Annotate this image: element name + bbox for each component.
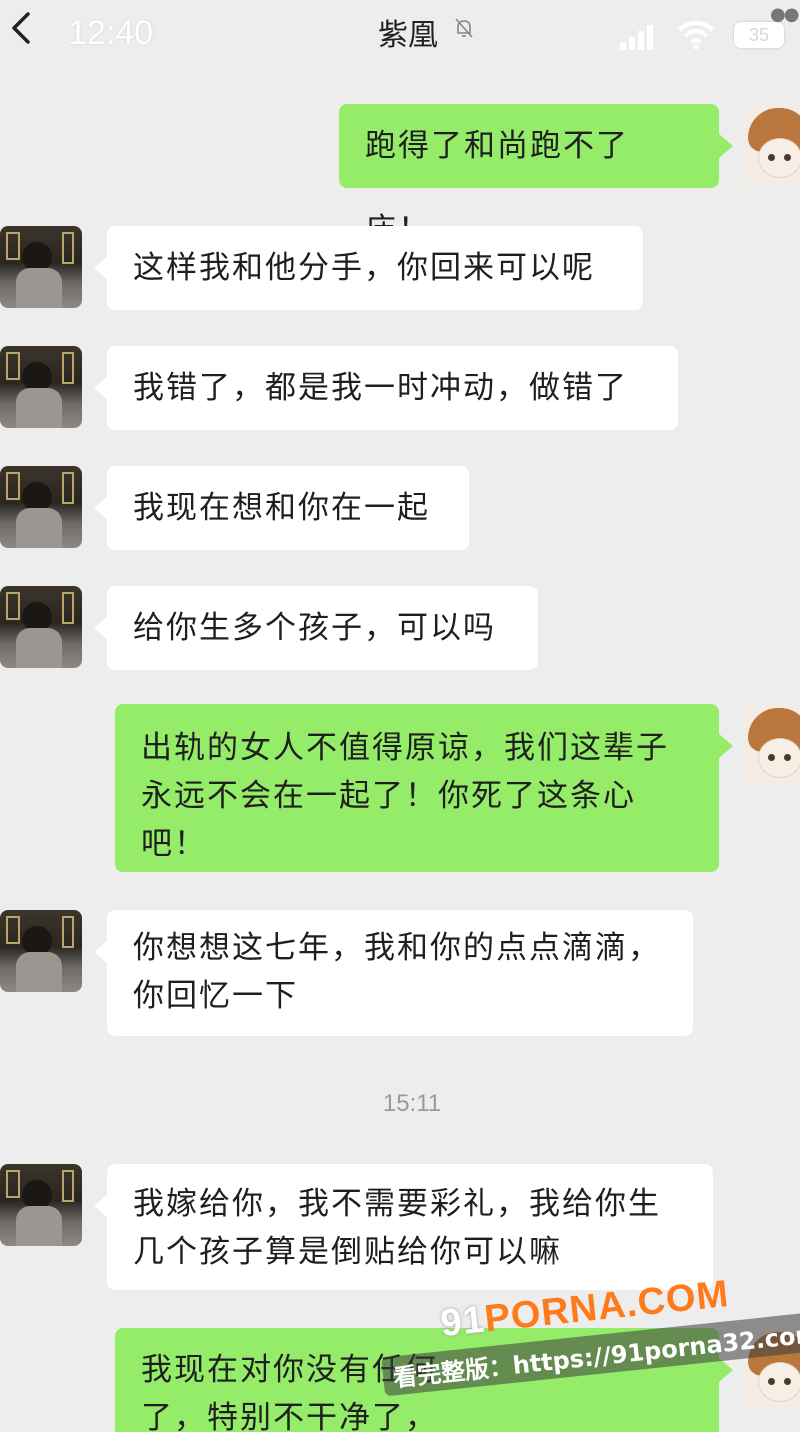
message-bubble-received[interactable]: 我嫁给你，我不需要彩礼，我给你生 几个孩子算是倒贴给你可以嘛 [107, 1164, 713, 1290]
message-text: 这样我和他分手，你回来可以呢 [133, 250, 595, 286]
bubble-tail [94, 376, 108, 400]
my-avatar[interactable] [744, 104, 800, 186]
status-time: 12:40 [68, 14, 154, 52]
message-text: 给你生多个孩子，可以吗 [133, 610, 496, 646]
bubble-tail [719, 1358, 733, 1382]
bubble-tail [719, 734, 733, 758]
message-line: 永远不会在一起了！你死了这条心 [141, 778, 636, 814]
message-bubble-received[interactable]: 你想想这七年，我和你的点点滴滴， 你回忆一下 [107, 910, 693, 1036]
watermark-logo-num: 91 [438, 1298, 487, 1346]
more-dots-icon[interactable]: ●● [770, 4, 799, 25]
battery-icon: 35 [734, 22, 784, 48]
bubble-tail [94, 1194, 108, 1218]
message-line: 几个孩子算是倒贴给你可以嘛 [133, 1234, 562, 1270]
message-line: 我嫁给你，我不需要彩礼，我给你生 [133, 1186, 661, 1222]
message-bubble-sent[interactable]: 跑得了和尚跑不了庙！ [339, 104, 719, 248]
wifi-icon [677, 21, 715, 50]
message-line: 出轨的女人不值得原谅，我们这辈子 [141, 730, 669, 766]
back-arrow-icon [12, 12, 30, 44]
message-bubble-received[interactable]: 给你生多个孩子，可以吗 [107, 586, 538, 670]
contact-avatar[interactable] [0, 586, 82, 668]
message-bubble-received[interactable]: 我错了，都是我一时冲动，做错了 [107, 346, 678, 430]
contact-avatar[interactable] [0, 910, 82, 992]
contact-avatar[interactable] [0, 466, 82, 548]
message-bubble-received[interactable]: 我现在想和你在一起 [107, 466, 469, 550]
bubble-tail [94, 940, 108, 964]
mute-bell-icon [455, 18, 473, 38]
bubble-tail [94, 496, 108, 520]
message-bubble-sent[interactable]: 出轨的女人不值得原谅，我们这辈子 永远不会在一起了！你死了这条心 吧！ [115, 704, 719, 872]
message-line: 你回忆一下 [133, 978, 298, 1014]
bubble-tail [94, 256, 108, 280]
bubble-tail [94, 616, 108, 640]
bubble-tail [719, 134, 733, 158]
my-avatar[interactable] [744, 704, 800, 786]
message-line: 你想想这七年，我和你的点点滴滴， [133, 930, 661, 966]
chat-timestamp: 15:11 [382, 1090, 442, 1117]
contact-avatar[interactable] [0, 1164, 82, 1246]
back-button[interactable] [4, 8, 40, 48]
chat-title: 紫凰 [378, 18, 438, 53]
message-text: 我错了，都是我一时冲动，做错了 [133, 370, 628, 406]
message-line: 了，特别不干净了， [141, 1400, 438, 1432]
message-bubble-received[interactable]: 这样我和他分手，你回来可以呢 [107, 226, 643, 310]
signal-icon [620, 25, 653, 50]
message-text: 我现在想和你在一起 [133, 490, 430, 526]
contact-avatar[interactable] [0, 346, 82, 428]
chat-screen: 12:40 紫凰 35 ●● 跑得了和尚跑不了庙！ [0, 0, 800, 1432]
message-line: 吧！ [141, 826, 207, 862]
contact-avatar[interactable] [0, 226, 82, 308]
top-bar: 12:40 紫凰 35 ●● [0, 0, 800, 72]
